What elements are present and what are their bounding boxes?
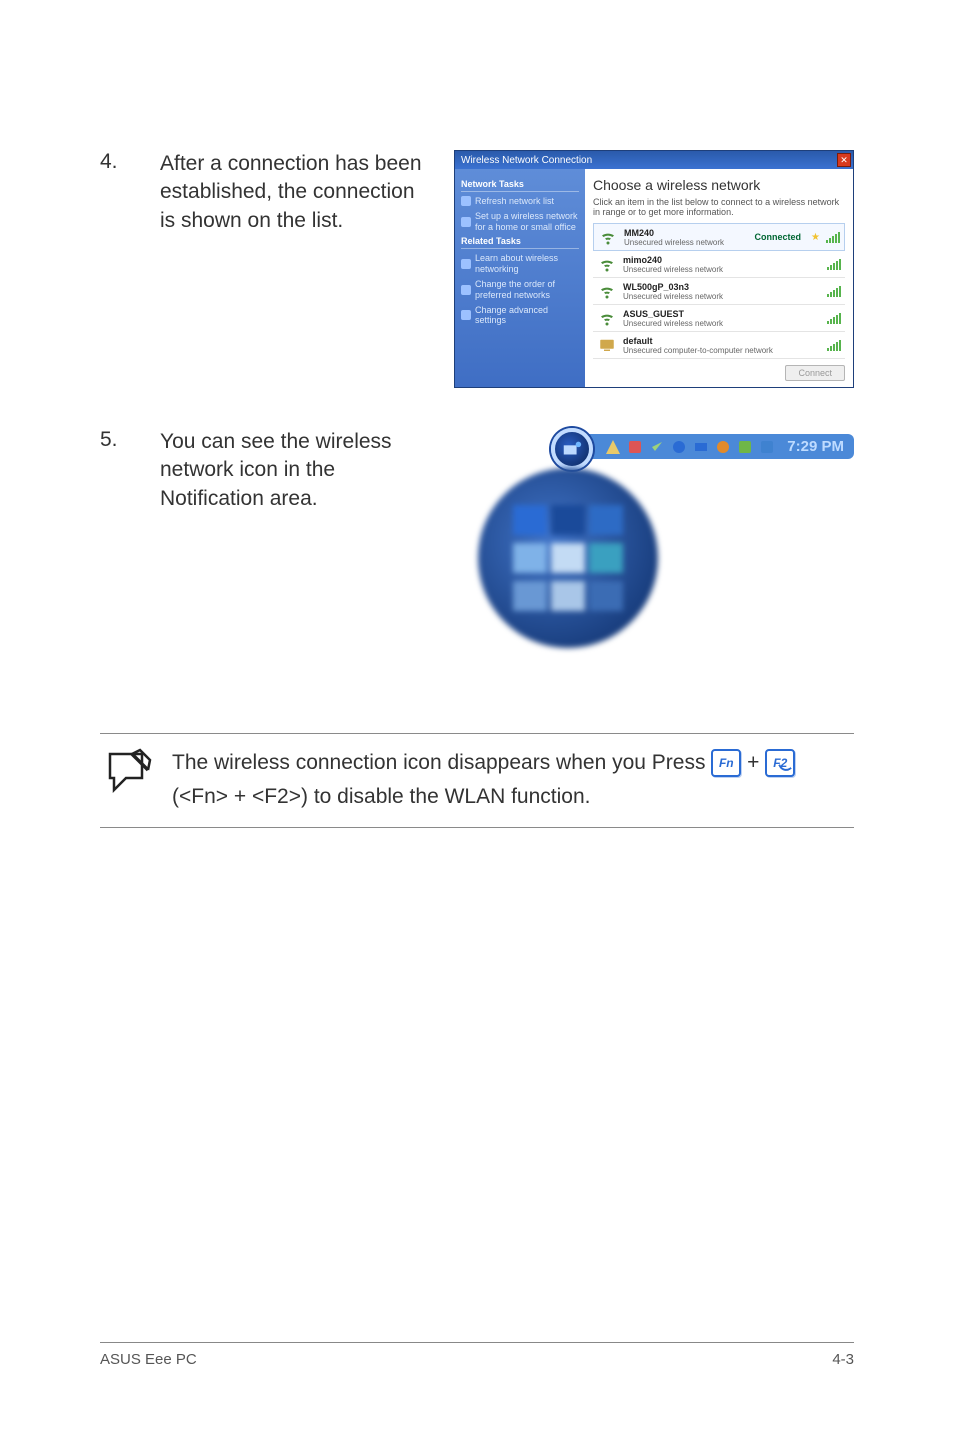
xp-wireless-dialog: Wireless Network Connection ✕ Network Ta… <box>454 150 854 388</box>
step-5: 5. You can see the wireless network icon… <box>100 428 854 513</box>
tray-icon[interactable] <box>605 439 621 455</box>
tray-icon[interactable] <box>715 439 731 455</box>
sidebar-refresh-label: Refresh network list <box>475 196 554 207</box>
info-icon <box>461 259 471 269</box>
wireless-icon-highlight <box>551 428 593 470</box>
dialog-main-subtext: Click an item in the list below to conne… <box>593 197 845 217</box>
connected-label: Connected <box>755 232 802 242</box>
network-item[interactable]: WL500gP_03n3 Unsecured wireless network <box>593 278 845 305</box>
network-name: ASUS_GUEST <box>623 309 821 319</box>
system-tray: 7:29 PM <box>565 434 854 459</box>
note-prefix: The wireless connection icon disappears … <box>172 751 711 774</box>
dialog-sidebar: Network Tasks Refresh network list Set u… <box>455 169 585 387</box>
step-4-number: 4. <box>100 150 130 388</box>
network-subtext: Unsecured computer-to-computer network <box>623 346 821 355</box>
star-icon: ★ <box>811 232 820 243</box>
signal-bars-icon <box>827 285 841 297</box>
refresh-icon <box>461 196 471 206</box>
dialog-titlebar: Wireless Network Connection ✕ <box>455 151 853 169</box>
wireless-dialog-screenshot: Wireless Network Connection ✕ Network Ta… <box>454 150 854 388</box>
network-subtext: Unsecured wireless network <box>623 292 821 301</box>
tray-icon[interactable] <box>671 439 687 455</box>
sidebar-order-label: Change the order of preferred networks <box>475 279 579 301</box>
network-name: WL500gP_03n3 <box>623 282 821 292</box>
signal-bars-icon <box>826 231 840 243</box>
f2-key: F2 <box>765 749 795 777</box>
notification-area-screenshot: 7:29 PM <box>434 428 854 513</box>
sidebar-advanced-label: Change advanced settings <box>475 305 579 327</box>
note-plus: + <box>747 751 765 774</box>
step-4: 4. After a connection has been establish… <box>100 150 854 388</box>
sidebar-setup-label: Set up a wireless network for a home or … <box>475 211 579 233</box>
signal-bars-icon <box>827 258 841 270</box>
network-name: MM240 <box>624 228 749 238</box>
sidebar-advanced[interactable]: Change advanced settings <box>461 305 579 327</box>
step-5-text: You can see the wireless network icon in… <box>160 428 404 513</box>
wifi-icon <box>597 254 617 274</box>
sidebar-learn-label: Learn about wireless networking <box>475 253 579 275</box>
network-subtext: Unsecured wireless network <box>623 265 821 274</box>
dialog-main-heading: Choose a wireless network <box>593 177 845 193</box>
wifi-icon <box>597 281 617 301</box>
network-subtext: Unsecured wireless network <box>624 238 749 247</box>
dialog-main: Choose a wireless network Click an item … <box>585 169 853 387</box>
gear-icon <box>461 310 471 320</box>
note-icon <box>104 748 152 796</box>
signal-bars-icon <box>827 312 841 324</box>
note-suffix: (<Fn> + <F2>) to disable the WLAN functi… <box>172 785 590 808</box>
footer-right: 4-3 <box>832 1351 854 1368</box>
note-box: The wireless connection icon disappears … <box>100 733 854 828</box>
tray-icon[interactable] <box>693 439 709 455</box>
step-5-number: 5. <box>100 428 130 513</box>
sidebar-refresh[interactable]: Refresh network list <box>461 196 579 207</box>
note-text: The wireless connection icon disappears … <box>172 746 850 813</box>
wifi-icon <box>598 227 618 247</box>
network-item[interactable]: mimo240 Unsecured wireless network <box>593 251 845 278</box>
wifi-icon <box>597 308 617 328</box>
tray-icon[interactable] <box>759 439 775 455</box>
close-icon[interactable]: ✕ <box>837 153 851 167</box>
sidebar-head-related-tasks: Related Tasks <box>461 236 579 249</box>
tray-icon[interactable] <box>649 439 665 455</box>
sidebar-setup[interactable]: Set up a wireless network for a home or … <box>461 211 579 233</box>
step-4-text: After a connection has been established,… <box>160 150 424 388</box>
setup-icon <box>461 217 471 227</box>
footer-left: ASUS Eee PC <box>100 1351 197 1368</box>
page-footer: ASUS Eee PC 4-3 <box>100 1342 854 1368</box>
star-icon <box>461 285 471 295</box>
dialog-title: Wireless Network Connection <box>461 155 592 166</box>
sidebar-order[interactable]: Change the order of preferred networks <box>461 279 579 301</box>
network-name: mimo240 <box>623 255 821 265</box>
network-subtext: Unsecured wireless network <box>623 319 821 328</box>
computer-icon <box>597 335 617 355</box>
tray-icon[interactable] <box>737 439 753 455</box>
signal-bars-icon <box>827 339 841 351</box>
tray-clock: 7:29 PM <box>787 438 844 455</box>
network-item[interactable]: ASUS_GUEST Unsecured wireless network <box>593 305 845 332</box>
network-item-adhoc[interactable]: default Unsecured computer-to-computer n… <box>593 332 845 359</box>
zoomed-wireless-icon <box>478 468 658 648</box>
sidebar-head-network-tasks: Network Tasks <box>461 179 579 192</box>
network-name: default <box>623 336 821 346</box>
tray-icon[interactable] <box>627 439 643 455</box>
fn-key: Fn <box>711 749 741 777</box>
network-item-connected[interactable]: MM240 Unsecured wireless network Connect… <box>593 223 845 251</box>
connect-button[interactable]: Connect <box>785 365 845 381</box>
sidebar-learn[interactable]: Learn about wireless networking <box>461 253 579 275</box>
